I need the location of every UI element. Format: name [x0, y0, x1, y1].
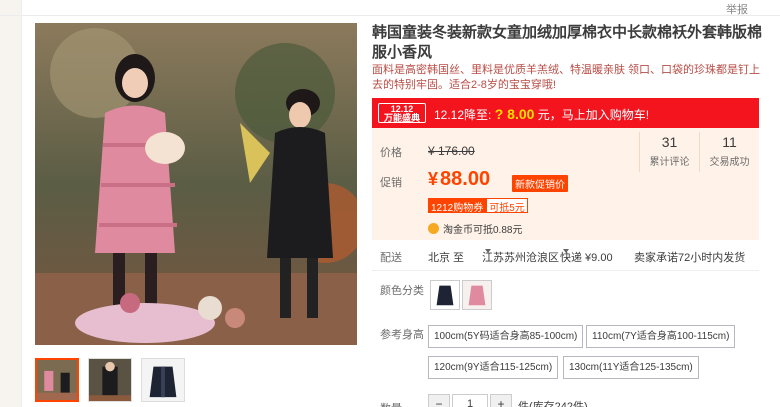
thumbnail-3[interactable] [141, 358, 185, 402]
size-option-120[interactable]: 120cm(9Y适合115-125cm) [428, 356, 559, 379]
price-panel: 价格 ¥ 176.00 31 累计评论 11 交易成功 促销 ¥88.00 新款… [372, 128, 759, 240]
size-option-110[interactable]: 110cm(7Y适合身高100-115cm) [586, 325, 736, 348]
coin-icon [428, 223, 439, 234]
quantity-input[interactable]: 1 [452, 394, 488, 407]
promo-price: ¥88.00 [428, 168, 491, 190]
quantity-label: 数量 [380, 400, 402, 407]
size-label: 参考身高 [380, 329, 424, 341]
chevron-down-icon [563, 249, 569, 253]
color-label: 颜色分类 [380, 285, 424, 297]
promo-bar: 12.12 万能盛典 12.12降至: ? 8.00 元，马上加入购物车! [372, 98, 759, 128]
size-option-130[interactable]: 130cm(11Y适合125-135cm) [563, 356, 699, 379]
thumbnail-strip [35, 358, 185, 402]
thumbnail-1[interactable] [35, 358, 79, 402]
color-swatch-pink[interactable] [462, 280, 492, 310]
chevron-down-icon [485, 249, 491, 253]
quantity-increase-button[interactable]: + [490, 394, 512, 407]
coupon[interactable]: 1212购物券 可抵5元 [428, 198, 528, 214]
product-title: 韩国童装冬装新款女童加绒加厚棉衣中长款棉袄外套韩版棉服小香风 [372, 24, 763, 61]
original-price: ¥ 176.00 [428, 144, 475, 158]
shipping-promise: 卖家承诺72小时内发货 [634, 252, 746, 264]
1212-badge: 12.12 万能盛典 [378, 103, 426, 123]
thumbnail-2[interactable] [88, 358, 132, 402]
stock-text: 件(库存242件) [518, 401, 588, 407]
top-divider [0, 15, 780, 16]
promo-tag: 新款促销价 [512, 175, 568, 192]
promo-target-price: ? 8.00 [494, 106, 535, 122]
quantity-decrease-button[interactable]: − [428, 394, 450, 407]
taojinbi-row: 淘金币可抵0.88元 [428, 221, 522, 236]
divider [372, 270, 759, 271]
shipping-from: 北京 至 [428, 252, 465, 264]
promo-label: 促销 [380, 177, 402, 189]
stat-sales: 11 交易成功 [699, 132, 759, 172]
price-label: 价格 [380, 147, 402, 159]
size-option-100[interactable]: 100cm(5Y码适合身高85-100cm) [428, 325, 584, 348]
stat-reviews[interactable]: 31 累计评论 [639, 132, 699, 172]
side-strip [0, 0, 22, 407]
shipping-label: 配送 [380, 252, 402, 264]
promo-text: 12.12降至: ? 8.00 元，马上加入购物车! [434, 106, 650, 122]
top-bar: 举报 [0, 0, 780, 18]
color-swatch-black[interactable] [430, 280, 460, 310]
product-subtitle: 面料是高密韩国丝、里料是优质羊羔绒、特温暖亲肤 领口、口袋的珍珠都是钉上去的特别… [372, 64, 761, 91]
report-link[interactable]: 举报 [726, 1, 748, 17]
main-product-image[interactable] [35, 23, 357, 345]
stats: 31 累计评论 11 交易成功 [639, 132, 759, 172]
